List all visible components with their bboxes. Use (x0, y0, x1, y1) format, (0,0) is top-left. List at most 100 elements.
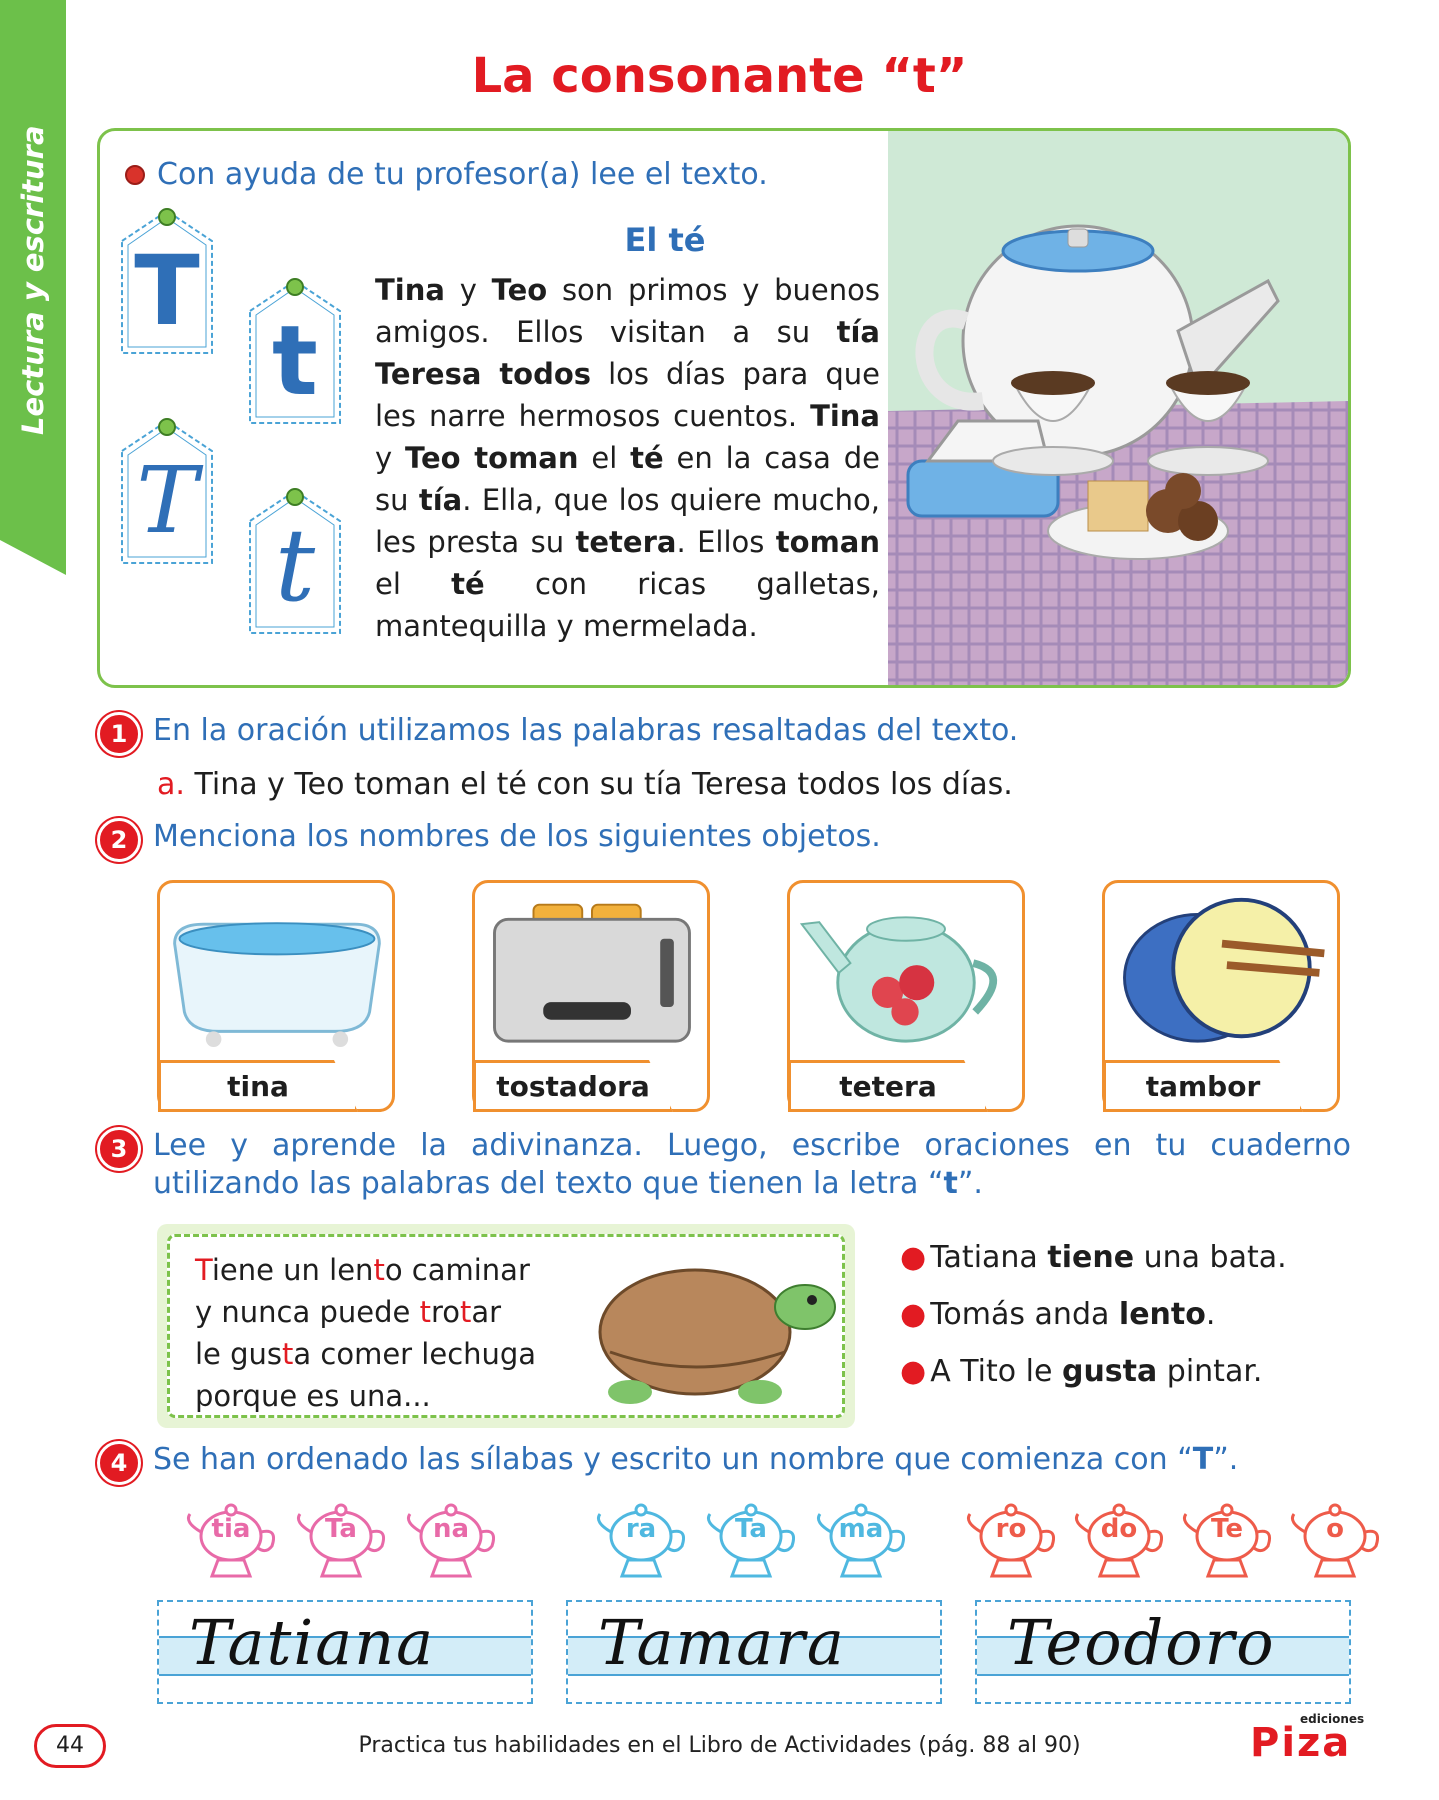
question-3: 3 Lee y aprende la adivinanza. Luego, es… (97, 1127, 1351, 1203)
story-segment: y (375, 441, 406, 475)
question-3-text-start: Lee y aprende la adivinanza. Luego, escr… (153, 1128, 1351, 1201)
reading-instruction: Con ayuda de tu profesor(a) lee el texto… (125, 157, 768, 192)
object-card-toaster: tostadora (472, 880, 710, 1112)
teapot-syllable: Te (1176, 1502, 1278, 1582)
teapot-syllable: Ta (290, 1502, 392, 1582)
letter-glyph: T (134, 235, 200, 347)
object-label: tina (158, 1060, 358, 1112)
writing-line: Teodoro (975, 1600, 1351, 1704)
highlighted-word: tía (418, 483, 463, 517)
question-3-text: Lee y aprende la adivinanza. Luego, escr… (153, 1127, 1351, 1203)
highlighted-word: Teresa todos (375, 357, 592, 391)
teapot-icon (799, 916, 998, 1043)
question-number: 1 (97, 712, 141, 756)
cursive-name: Tatiana (189, 1606, 436, 1679)
highlighted-word: toman (775, 525, 880, 559)
highlighted-word: tetera (575, 525, 677, 559)
question-3-text-end: ”. (957, 1166, 983, 1201)
example-sentence-item: ● Tomás anda lento. (900, 1297, 1287, 1332)
object-label: tostadora (473, 1060, 673, 1112)
page-title: La consonante “t” (471, 48, 968, 104)
sentence-segment: una bata. (1134, 1240, 1287, 1275)
logo-text: Piza (1250, 1720, 1352, 1766)
section-tab-label: Lectura y escritura (16, 125, 50, 435)
riddle-segment: iene un len (211, 1253, 374, 1287)
story-title: El té (624, 221, 706, 259)
cursive-name: Teodoro (1007, 1606, 1276, 1679)
object-card-drum: tambor (1102, 880, 1340, 1112)
tea-set-illustration (888, 131, 1348, 685)
letter-glyph: T (136, 447, 198, 554)
bullet-dot-icon (125, 164, 145, 185)
letter-tag-lowercase-print: t (240, 271, 350, 431)
question-4-text: Se han ordenado las sílabas y escrito un… (153, 1441, 1238, 1479)
question-4-text-start: Se han ordenado las sílabas y escrito un… (153, 1442, 1193, 1477)
example-sentence-item: ● Tatiana tiene una bata. (900, 1240, 1287, 1275)
sentence-segment: pintar. (1157, 1354, 1263, 1389)
riddle-segment: porque es una... (195, 1379, 431, 1413)
highlighted-letter: T (195, 1253, 212, 1287)
riddle-segment: o caminar (384, 1253, 530, 1287)
riddle-line: Tiene un lento caminar (195, 1249, 536, 1291)
story-segment: el (375, 567, 452, 601)
sentence-segment: A Tito le (930, 1354, 1062, 1389)
footer-note: Practica tus habilidades en el Libro de … (358, 1733, 1081, 1758)
letter-tag-lowercase-cursive: t (240, 481, 350, 641)
riddle-segment: le gus (195, 1337, 283, 1371)
example-sentence: a. Tina y Teo toman el té con su tía Ter… (157, 767, 1013, 802)
object-card-bathtub: tina (157, 880, 395, 1112)
syllable-label: Ta (325, 1514, 357, 1544)
highlighted-word: tiene (1047, 1240, 1135, 1275)
syllable-label: Te (1211, 1514, 1243, 1544)
letter-glyph: t (272, 305, 318, 417)
highlighted-word: té (630, 441, 664, 475)
question-number: 4 (97, 1441, 141, 1485)
writing-line: Tamara (566, 1600, 942, 1704)
riddle-segment: y nunca puede (195, 1295, 420, 1329)
riddle-line: le gusta comer lechuga (195, 1333, 536, 1375)
riddle-line: porque es una... (195, 1375, 536, 1417)
letter-glyph: t (274, 507, 316, 624)
syllable-label: Ta (735, 1514, 767, 1544)
object-card-teapot: tetera (787, 880, 1025, 1112)
question-1-text: En la oración utilizamos las palabras re… (153, 713, 1019, 748)
highlighted-word: Teo toman (405, 441, 579, 475)
story-text: Tina y Teo son primos y buenos amigos. E… (375, 269, 880, 647)
syllable-label: do (1100, 1514, 1138, 1544)
example-letter: a. (157, 767, 185, 802)
highlighted-letter: t (459, 1295, 472, 1329)
writing-line: Tatiana (157, 1600, 533, 1704)
riddle-segment: ro (430, 1295, 460, 1329)
teapot-syllable: ma (810, 1502, 912, 1582)
reading-instruction-text: Con ayuda de tu profesor(a) lee el texto… (157, 157, 768, 192)
highlighted-word: té (451, 567, 485, 601)
riddle-line: y nunca puede trotar (195, 1291, 536, 1333)
bullet-dot-icon: ● (900, 1354, 927, 1389)
story-segment: el (578, 441, 631, 475)
question-number: 2 (97, 818, 141, 862)
teapot-syllable: ra (590, 1502, 692, 1582)
question-number: 3 (97, 1127, 141, 1171)
sentence-segment: Tomás anda (930, 1297, 1119, 1332)
teapot-syllable: na (400, 1502, 502, 1582)
bullet-dot-icon: ● (900, 1297, 927, 1332)
syllable-label: ma (838, 1514, 884, 1544)
riddle-inner: Tiene un lento caminar y nunca puede trot… (167, 1234, 845, 1418)
highlighted-letter: t (373, 1253, 385, 1287)
sentence-segment: . (1205, 1297, 1216, 1332)
question-4-text-end: ”. (1213, 1442, 1239, 1477)
cursive-name: Tamara (598, 1606, 846, 1679)
highlight-letter: T (1192, 1442, 1214, 1477)
drum-icon (1123, 897, 1325, 1043)
question-2-text: Menciona los nombres de los siguientes o… (153, 819, 881, 854)
teapot-syllable: Ta (700, 1502, 802, 1582)
highlighted-word: lento (1118, 1297, 1206, 1332)
bathtub-icon (173, 922, 381, 1047)
syllable-label: o (1326, 1514, 1344, 1544)
riddle-segment: a comer lechuga (293, 1337, 537, 1371)
letter-tag-uppercase-print: T (112, 201, 222, 361)
highlighted-word: gusta (1061, 1354, 1158, 1389)
teapot-syllable: ro (960, 1502, 1062, 1582)
highlighted-word: Tina (375, 273, 445, 307)
highlight-letter: t (943, 1166, 958, 1201)
